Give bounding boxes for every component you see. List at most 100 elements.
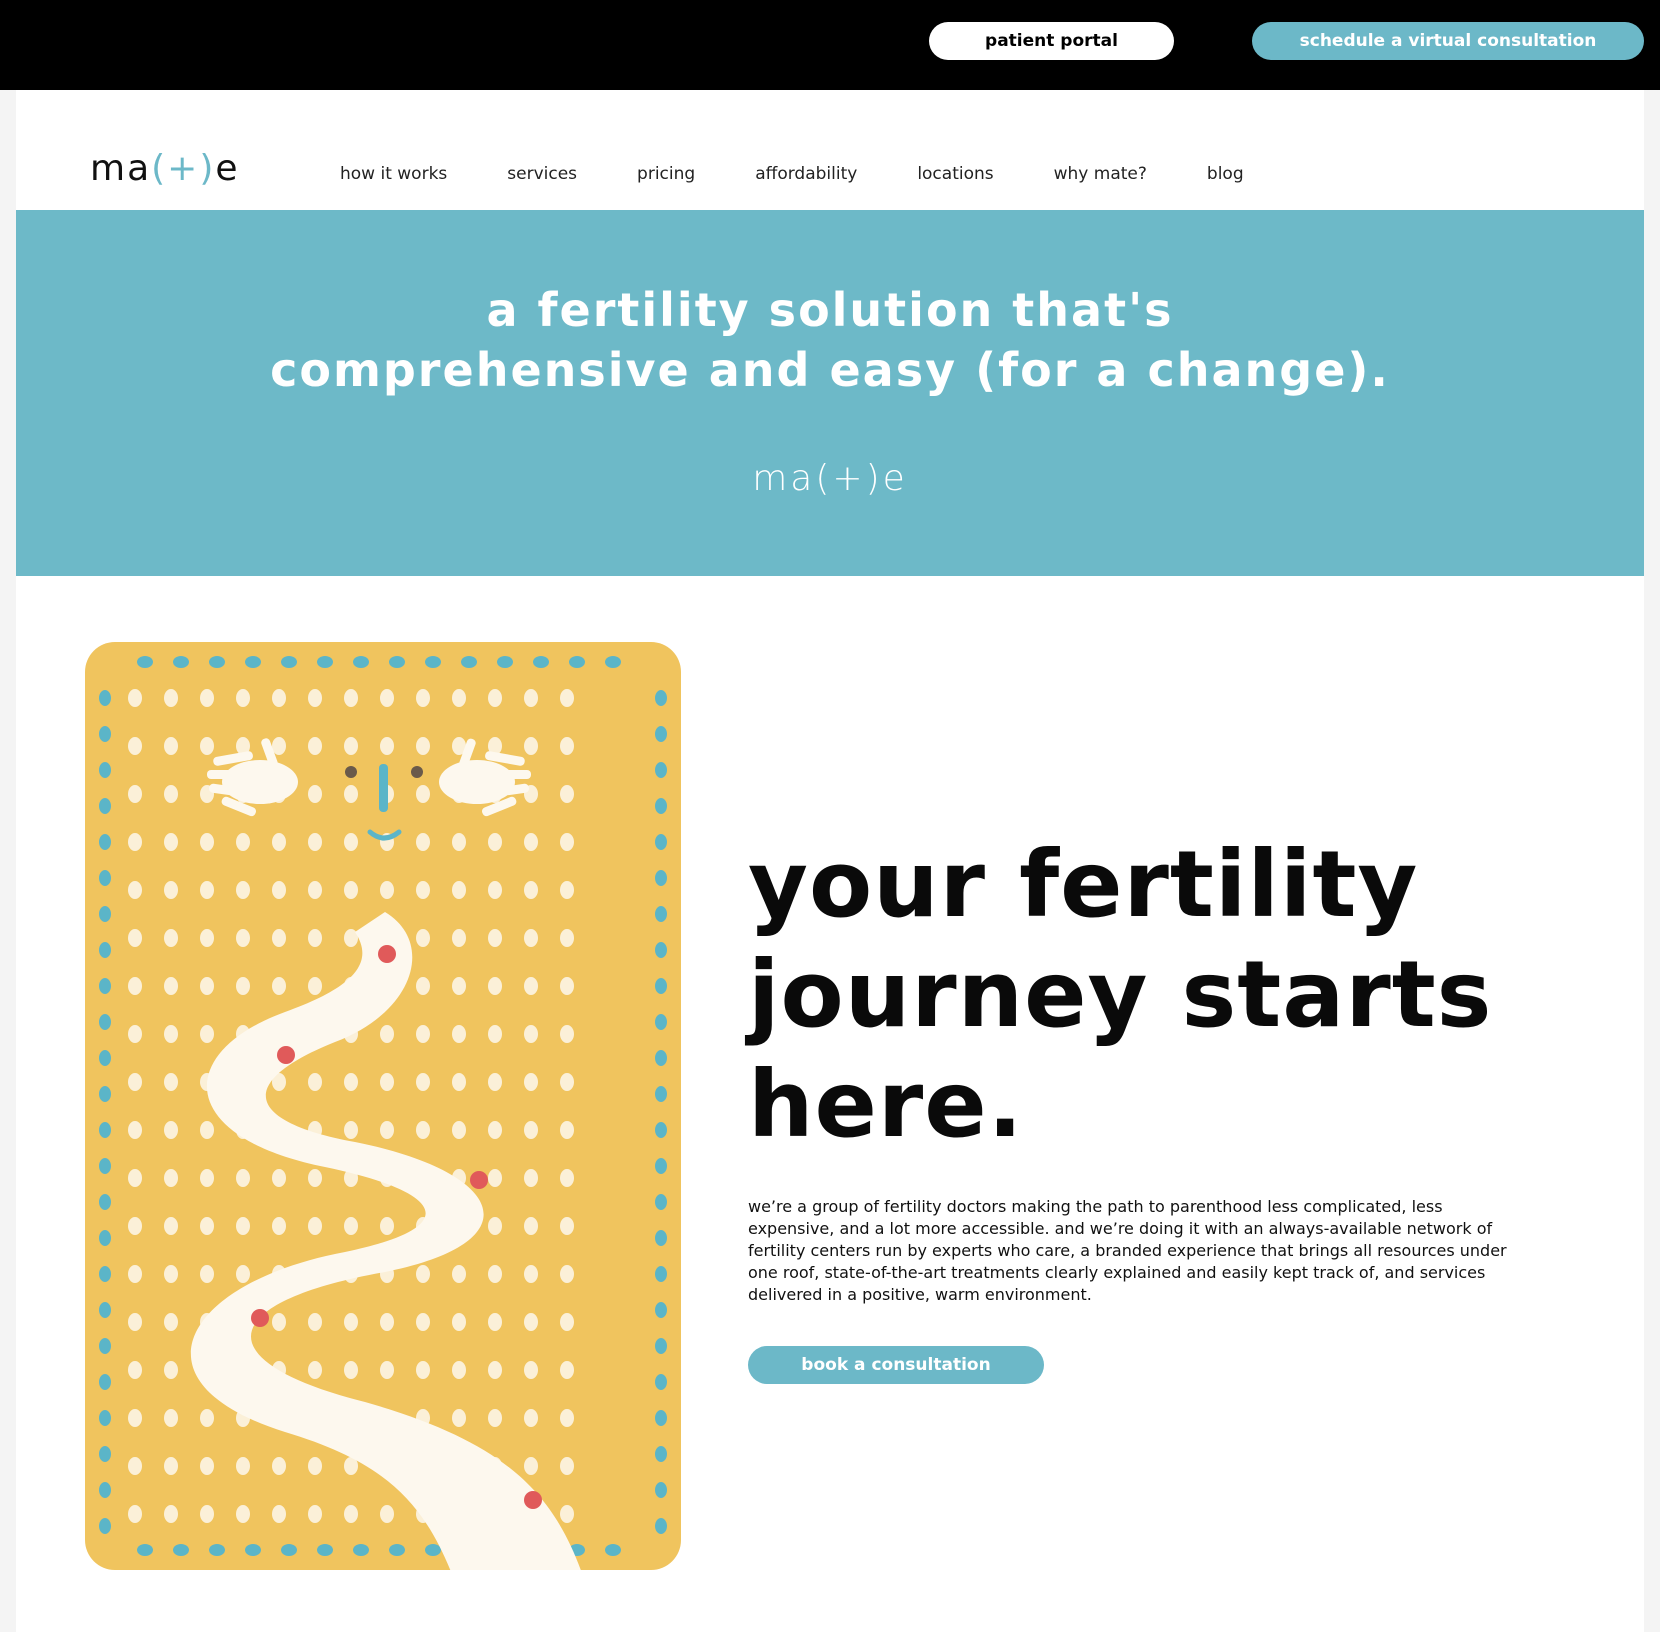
pattern-dot: [164, 1313, 178, 1331]
logo-plus: (+): [151, 148, 216, 189]
pattern-dot: [488, 1169, 502, 1187]
hero-banner: a fertility solution that's comprehensiv…: [16, 210, 1644, 576]
pattern-dot: [236, 1265, 250, 1283]
nav-locations[interactable]: locations: [917, 164, 993, 184]
border-dot: [655, 870, 667, 886]
pattern-dot: [524, 1217, 538, 1235]
site-logo[interactable]: ma(+)e: [90, 148, 240, 189]
face-left-eye: [345, 766, 357, 778]
border-dot: [461, 656, 477, 668]
border-dot: [533, 656, 549, 668]
hero-title: a fertility solution that's comprehensiv…: [16, 280, 1644, 400]
nav-why-mate[interactable]: why mate?: [1054, 164, 1147, 184]
schedule-consultation-button[interactable]: schedule a virtual consultation: [1252, 22, 1644, 60]
nav-affordability[interactable]: affordability: [755, 164, 857, 184]
pattern-dot: [452, 977, 466, 995]
pattern-dot: [308, 1169, 322, 1187]
pattern-dot: [128, 1121, 142, 1139]
pattern-dot: [236, 833, 250, 851]
pattern-dot: [560, 1169, 574, 1187]
nav-pricing[interactable]: pricing: [637, 164, 695, 184]
pattern-dot: [200, 1505, 214, 1523]
pattern-dot: [200, 1217, 214, 1235]
nav-services[interactable]: services: [507, 164, 577, 184]
pattern-dot: [560, 1121, 574, 1139]
border-dot: [99, 1338, 111, 1354]
border-dot: [99, 1518, 111, 1534]
pattern-dot: [488, 1121, 502, 1139]
pattern-dot: [344, 737, 358, 755]
pattern-dot: [164, 1121, 178, 1139]
face-nose: [379, 764, 388, 812]
border-dot: [655, 1518, 667, 1534]
border-dot: [137, 1544, 153, 1556]
intro-paragraph: we’re a group of fertility doctors makin…: [748, 1197, 1507, 1304]
border-dot: [99, 1050, 111, 1066]
pattern-dot: [164, 929, 178, 947]
pattern-dot: [344, 1073, 358, 1091]
border-dot: [209, 1544, 225, 1556]
pattern-dot: [164, 1217, 178, 1235]
pattern-dot: [308, 1361, 322, 1379]
pattern-dot: [452, 1121, 466, 1139]
pattern-dot: [560, 929, 574, 947]
pattern-dot: [524, 1073, 538, 1091]
book-consultation-button[interactable]: book a consultation: [748, 1346, 1044, 1384]
pattern-dot: [200, 1169, 214, 1187]
border-dot: [245, 1544, 261, 1556]
border-dot: [99, 942, 111, 958]
path-marker-4: [251, 1309, 269, 1327]
pattern-dot: [416, 1121, 430, 1139]
pattern-dot: [128, 785, 142, 803]
border-dot: [99, 726, 111, 742]
border-dot: [209, 656, 225, 668]
border-dot: [655, 906, 667, 922]
pattern-dot: [272, 1313, 286, 1331]
pattern-dot: [380, 881, 394, 899]
pattern-dot: [560, 1025, 574, 1043]
patient-portal-button[interactable]: patient portal: [929, 22, 1174, 60]
border-dot: [99, 906, 111, 922]
pattern-dot: [380, 1073, 394, 1091]
pattern-dot: [128, 977, 142, 995]
pattern-dot: [524, 1025, 538, 1043]
border-dot: [99, 1410, 111, 1426]
pattern-dot: [200, 689, 214, 707]
pattern-dot: [560, 1409, 574, 1427]
main-heading-line-2: journey starts: [748, 941, 1493, 1048]
pattern-dot: [272, 1505, 286, 1523]
pattern-dot: [200, 737, 214, 755]
nav-how-it-works[interactable]: how it works: [340, 164, 447, 184]
pattern-dot: [308, 1313, 322, 1331]
border-dot: [655, 1086, 667, 1102]
pattern-dot: [560, 1073, 574, 1091]
pattern-dot: [128, 881, 142, 899]
pattern-dot: [452, 1409, 466, 1427]
pattern-dot: [236, 929, 250, 947]
border-dot: [99, 978, 111, 994]
pattern-dot: [416, 881, 430, 899]
pattern-dot: [164, 1073, 178, 1091]
pattern-dot: [308, 1505, 322, 1523]
border-dot: [99, 1266, 111, 1282]
pattern-dot: [344, 833, 358, 851]
border-dot: [99, 1482, 111, 1498]
pattern-dot: [164, 689, 178, 707]
pattern-dot: [200, 1025, 214, 1043]
pattern-dot: [308, 1073, 322, 1091]
pattern-dot: [452, 929, 466, 947]
border-dot: [605, 656, 621, 668]
pattern-dot: [272, 1217, 286, 1235]
site-header: ma(+)e how it works services pricing aff…: [16, 90, 1644, 210]
main-nav: how it works services pricing affordabil…: [340, 164, 1304, 184]
pattern-dot: [560, 881, 574, 899]
border-dot: [655, 1338, 667, 1354]
pattern-dot: [488, 689, 502, 707]
path-marker-2: [277, 1046, 295, 1064]
pattern-dot: [344, 689, 358, 707]
pattern-dot: [488, 1361, 502, 1379]
hero-logo: ma(+)e: [752, 458, 908, 499]
border-dot: [655, 1158, 667, 1174]
nav-blog[interactable]: blog: [1207, 164, 1244, 184]
pattern-dot: [308, 833, 322, 851]
